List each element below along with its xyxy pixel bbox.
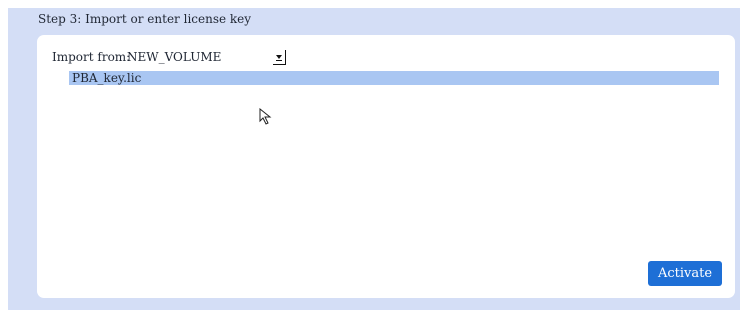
file-list: PBA_key.lic [69,71,719,121]
import-source-select[interactable]: NEW_VOLUME [127,49,286,65]
license-panel: Import from: NEW_VOLUME PBA_key.lic Acti… [37,35,735,298]
list-item-file[interactable]: PBA_key.lic [69,71,719,85]
dropdown-button[interactable] [273,49,286,65]
triangle-down-icon [276,54,282,61]
import-from-label: Import from: [52,50,131,64]
step-title: Step 3: Import or enter license key [38,12,252,26]
activate-button[interactable]: Activate [648,261,722,286]
import-source-value: NEW_VOLUME [127,50,222,64]
import-row: Import from: NEW_VOLUME [52,49,286,65]
mouse-pointer-icon [259,108,272,125]
